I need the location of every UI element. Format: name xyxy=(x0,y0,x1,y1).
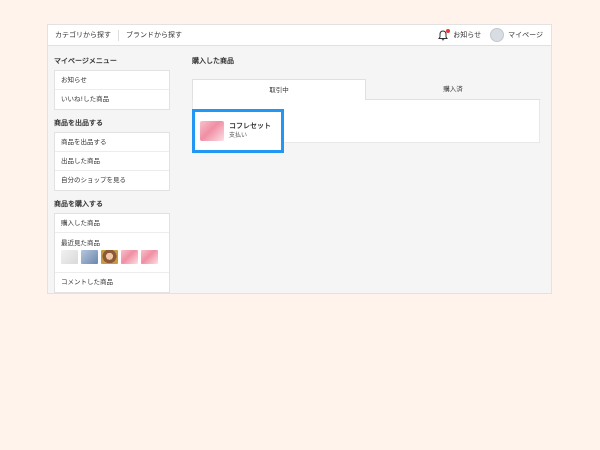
buy-list: 購入した商品 最近見た商品 コメントした商品 xyxy=(54,213,170,293)
sidebar-item-commented[interactable]: コメントした商品 xyxy=(55,273,169,292)
menu-section-title: マイページメニュー xyxy=(54,57,117,65)
sidebar-item-my-shop[interactable]: 自分のショップを見る xyxy=(55,171,169,190)
top-bar: カテゴリから探す ブランドから探す お知らせ マイページ xyxy=(48,25,551,46)
purchased-item-card[interactable]: コフレセット 支払い xyxy=(192,109,284,153)
avatar[interactable] xyxy=(490,28,505,42)
page-title: 購入した商品 xyxy=(192,57,234,65)
sell-list: 商品を出品する 出品した商品 自分のショップを見る xyxy=(54,132,170,191)
item-info: コフレセット 支払い xyxy=(229,121,271,141)
nav-brand-link[interactable]: ブランドから探す xyxy=(119,30,189,41)
sidebar-item-purchased[interactable]: 購入した商品 xyxy=(55,214,169,233)
sidebar-item-liked[interactable]: いいね!した商品 xyxy=(55,90,169,109)
recent-thumbnail-portrait[interactable] xyxy=(101,250,118,264)
sidebar: マイページメニュー お知らせ いいね!した商品 商品を出品する 商品を出品する … xyxy=(54,55,170,293)
item-name: コフレセット xyxy=(229,122,271,130)
sidebar-item-notifications[interactable]: お知らせ xyxy=(55,71,169,90)
recently-viewed-label: 最近見た商品 xyxy=(61,239,100,247)
sidebar-item-list-product[interactable]: 商品を出品する xyxy=(55,133,169,152)
nav-category-link[interactable]: カテゴリから探す xyxy=(48,30,118,41)
item-status: 支払い xyxy=(229,132,248,139)
recent-thumbnail-bag[interactable] xyxy=(61,250,78,264)
top-nav: カテゴリから探す ブランドから探す xyxy=(48,25,189,45)
sidebar-item-recently-viewed[interactable]: 最近見た商品 xyxy=(55,233,169,273)
recent-thumbnail-pink-set-2[interactable] xyxy=(141,250,158,264)
sell-section-title: 商品を出品する xyxy=(54,119,103,127)
top-right-actions: お知らせ マイページ xyxy=(438,28,551,42)
recent-thumbnail-clothing[interactable] xyxy=(81,250,98,264)
bell-icon[interactable] xyxy=(438,28,451,41)
notifications-link[interactable]: お知らせ xyxy=(453,30,481,40)
tab-in-progress[interactable]: 取引中 xyxy=(192,79,366,100)
app-window: カテゴリから探す ブランドから探す お知らせ マイページ マイページメニュー お… xyxy=(47,24,552,294)
mypage-link[interactable]: マイページ xyxy=(508,30,543,40)
buy-section-title: 商品を購入する xyxy=(54,200,103,208)
menu-list: お知らせ いいね!した商品 xyxy=(54,70,170,110)
notification-badge xyxy=(446,28,451,33)
item-thumbnail xyxy=(200,121,224,141)
main-content: 購入した商品 取引中 購入済 コフレセット 支払い xyxy=(192,55,542,153)
recent-thumbnail-pink-set[interactable] xyxy=(121,250,138,264)
recently-viewed-thumbnails xyxy=(61,250,169,264)
tab-purchased[interactable]: 購入済 xyxy=(366,79,540,100)
purchase-tabs: 取引中 購入済 xyxy=(192,79,540,100)
sidebar-item-listed-products[interactable]: 出品した商品 xyxy=(55,152,169,171)
